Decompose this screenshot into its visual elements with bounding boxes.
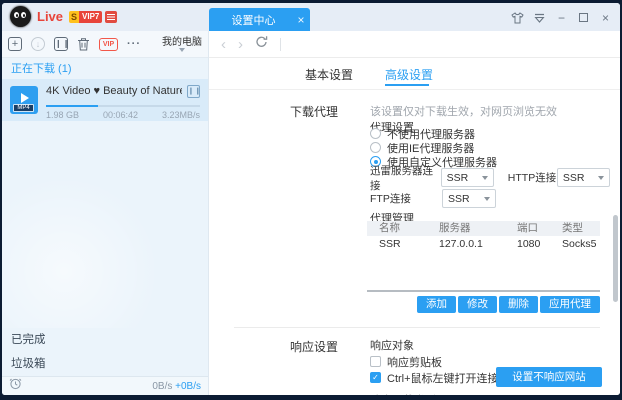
radio-no-proxy[interactable]: 不使用代理服务器 (370, 127, 475, 140)
svip-badge[interactable]: SVIP7 (69, 11, 102, 23)
section-response-settings: 响应设置 (290, 338, 338, 355)
ftp-connection-select[interactable]: SSR (442, 189, 496, 208)
proxy-table-empty-area (367, 253, 600, 290)
minimize-button[interactable]: − (555, 11, 568, 24)
progress-bar (46, 105, 200, 107)
radio-icon[interactable] (370, 142, 381, 153)
more-actions-icon[interactable]: ··· (127, 38, 141, 50)
app-window: Live SVIP7 设置中心 × − × + ↓ (0, 0, 622, 400)
up-speed: +0B/s (175, 381, 201, 392)
tab-advanced-settings[interactable]: 高级设置 (385, 66, 433, 83)
download-toolbar: + ↓ ❙❙ VIP ··· 我的电脑 (2, 31, 208, 58)
response-download-type-label: 响应下载类型 (370, 392, 436, 395)
download-list-item[interactable]: MP4 4K Video ♥ Beauty of Nature.mp4 ❙❙ 1… (2, 79, 208, 121)
response-object-label: 响应对象 (370, 337, 414, 353)
modify-proxy-button[interactable]: 修改 (458, 296, 497, 313)
proxy-connection-row-2: FTP连接 SSR (370, 189, 496, 208)
settings-content: 基本设置 高级设置 下载代理 该设置仅对下载生效，对网页浏览无效 代理设置 不使… (209, 58, 620, 395)
my-computer-label: 我的电脑 (162, 37, 202, 48)
svip-level: VIP7 (79, 11, 102, 23)
start-download-icon[interactable]: ↓ (31, 37, 45, 51)
radio-ie-proxy[interactable]: 使用IE代理服务器 (370, 141, 474, 154)
browser-navbar: ‹ › (209, 31, 620, 58)
delete-task-icon[interactable] (77, 37, 90, 51)
download-speed: 3.23MB/s (162, 110, 200, 120)
thunder-connection-select[interactable]: SSR (441, 168, 494, 187)
vip-accelerate-icon[interactable]: VIP (99, 38, 118, 51)
scrollbar-thumb[interactable] (613, 215, 618, 302)
proxy-table: 名称 服务器 端口 类型 SSR 127.0.0.1 1080 Socks5 (367, 221, 600, 292)
download-stats: 1.98 GB 00:06:42 3.23MB/s (46, 110, 200, 120)
navbar-divider (280, 38, 281, 51)
add-proxy-button[interactable]: 添加 (417, 296, 456, 313)
window-controls: − × (511, 11, 612, 24)
proxy-connection-row-1: 迅雷服务器连接 SSR HTTP连接 SSR (370, 168, 610, 187)
select-arrow-icon (482, 176, 488, 180)
http-connection-select[interactable]: SSR (557, 168, 610, 187)
speed-indicator: 0B/s +0B/s (152, 381, 201, 392)
svip-s: S (69, 11, 79, 23)
apply-proxy-button[interactable]: 应用代理 (540, 296, 600, 313)
maximize-button[interactable] (577, 11, 590, 24)
radio-icon[interactable] (370, 128, 381, 139)
pause-download-icon[interactable]: ❙❙ (54, 37, 68, 51)
year-vip-badge-icon[interactable] (105, 11, 117, 23)
file-size: 1.98 GB (46, 110, 79, 120)
brand: Live SVIP7 (10, 6, 117, 27)
video-thumbnail: MP4 (10, 86, 38, 114)
elapsed-time: 00:06:42 (103, 110, 138, 120)
chevron-down-icon (179, 48, 185, 52)
tab-settings-center[interactable]: 设置中心 × (209, 8, 310, 31)
sidebar-item-downloading[interactable]: 正在下载 (1) (2, 58, 208, 79)
progress-fill (46, 105, 98, 107)
proxy-table-row[interactable]: SSR 127.0.0.1 1080 Socks5 (367, 236, 600, 253)
back-icon[interactable]: ‹ (221, 37, 226, 52)
http-connection-label: HTTP连接 (508, 170, 557, 185)
vip-badges[interactable]: SVIP7 (69, 11, 117, 23)
active-tab-underline (385, 84, 429, 86)
ftp-connection-label: FTP连接 (370, 191, 442, 206)
skin-icon[interactable] (511, 11, 524, 24)
proxy-table-header: 名称 服务器 端口 类型 (367, 221, 600, 236)
refresh-icon[interactable] (255, 35, 268, 53)
checkbox-icon[interactable] (370, 356, 381, 367)
download-title: 4K Video ♥ Beauty of Nature.mp4 (46, 85, 182, 97)
select-arrow-icon (598, 176, 604, 180)
down-speed: 0B/s (152, 381, 172, 392)
close-button[interactable]: × (599, 11, 612, 24)
schedule-clock-icon[interactable] (9, 377, 22, 395)
live-label: Live (37, 9, 63, 24)
sidebar: + ↓ ❙❙ VIP ··· 我的电脑 正在下载 (1) MP4 (2, 31, 209, 395)
set-nonresponse-sites-button[interactable]: 设置不响应网站 (496, 367, 602, 387)
select-arrow-icon (484, 197, 490, 201)
section-download-proxy: 下载代理 (290, 103, 338, 120)
titlebar: Live SVIP7 设置中心 × − × (2, 3, 620, 31)
statusbar: 0B/s +0B/s (2, 376, 208, 395)
checkbox-checked-icon[interactable]: ✓ (370, 372, 381, 383)
checkbox-clipboard[interactable]: 响应剪贴板 (370, 355, 442, 368)
main-menu-icon[interactable] (533, 11, 546, 24)
delete-proxy-button[interactable]: 删除 (499, 296, 538, 313)
app-logo-icon[interactable] (10, 6, 31, 27)
tab-close-icon[interactable]: × (292, 13, 310, 27)
thunder-connection-label: 迅雷服务器连接 (370, 163, 441, 193)
proxy-note: 该设置仅对下载生效，对网页浏览无效 (370, 103, 557, 119)
my-computer-dropdown[interactable]: 我的电脑 (162, 37, 202, 52)
sidebar-watermark (2, 121, 208, 328)
item-pause-button[interactable]: ❙❙ (187, 85, 200, 98)
forward-icon[interactable]: › (238, 37, 243, 52)
new-task-icon[interactable]: + (8, 37, 22, 51)
tabs-separator (209, 89, 620, 90)
settings-panel: ‹ › 基本设置 高级设置 下载代理 该设置仅对下载生效，对网页浏览无效 代理设… (209, 31, 620, 395)
tab-title: 设置中心 (209, 12, 292, 28)
proxy-buttons: 添加 修改 删除 应用代理 (367, 296, 600, 313)
tab-basic-settings[interactable]: 基本设置 (305, 66, 353, 83)
sidebar-item-completed[interactable]: 已完成 (2, 328, 208, 352)
section-separator (234, 327, 600, 328)
play-icon (21, 93, 29, 103)
sidebar-item-trash[interactable]: 垃圾箱 (2, 352, 208, 376)
format-badge: MP4 (13, 104, 34, 112)
